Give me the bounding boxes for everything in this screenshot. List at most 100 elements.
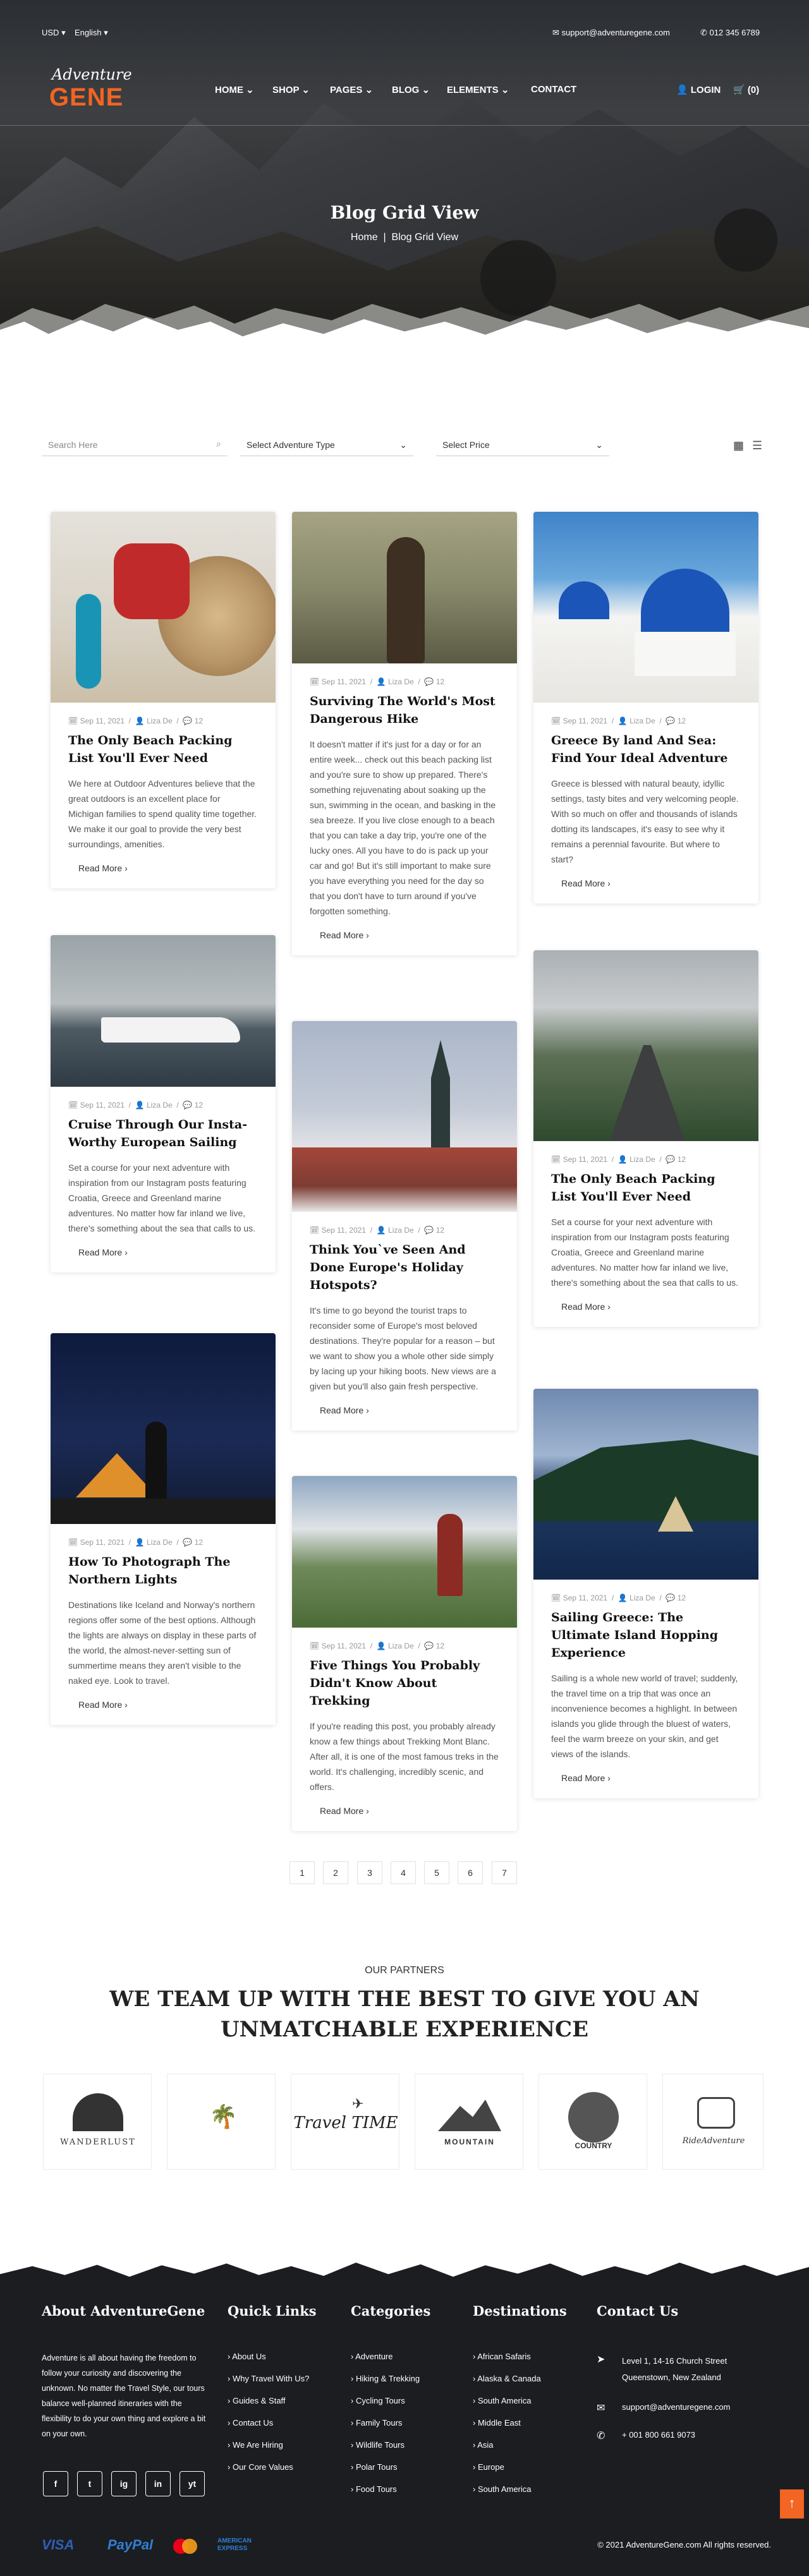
read-more-link[interactable]: Read More › [561, 1773, 611, 1783]
read-more-link[interactable]: Read More › [78, 1247, 128, 1257]
back-to-top-button[interactable]: ↑ [780, 2489, 804, 2519]
footer-link[interactable]: › Guides & Staff [228, 2396, 286, 2405]
breadcrumb-home[interactable]: Home [351, 232, 378, 243]
post-image[interactable] [533, 1389, 758, 1580]
linkedin-icon[interactable]: in [145, 2471, 171, 2496]
page-6[interactable]: 6 [458, 1861, 483, 1884]
footer-link[interactable]: › Wildlife Tours [351, 2440, 404, 2450]
calendar-icon: 🗓 [68, 1538, 78, 1547]
read-more-link[interactable]: Read More › [78, 1700, 128, 1710]
price-select[interactable]: Select Price ⌄ [436, 436, 609, 456]
post-image[interactable] [292, 512, 517, 663]
partner-logo[interactable]: 🌴 [167, 2074, 276, 2170]
footer-link[interactable]: › Asia [473, 2440, 494, 2450]
footer-phone[interactable]: + 001 800 661 9073 [622, 2430, 695, 2440]
post-excerpt: Greece is blessed with natural beauty, i… [551, 778, 739, 864]
read-more-link[interactable]: Read More › [320, 1806, 369, 1816]
currency-select[interactable]: USD ▾ [42, 28, 66, 38]
hero-banner [0, 0, 809, 366]
post-title[interactable]: Sailing Greece: The Ultimate Island Hopp… [533, 1602, 758, 1662]
post-image[interactable] [51, 512, 276, 703]
nav-blog[interactable]: BLOG ⌄ [392, 84, 430, 95]
phone-link[interactable]: ✆ 012 345 6789 [700, 28, 760, 38]
partner-logo[interactable]: RideAdventure [662, 2074, 763, 2170]
partner-logo[interactable]: ✈ Travel TIME [291, 2074, 399, 2170]
facebook-icon[interactable]: f [43, 2471, 68, 2496]
login-link[interactable]: 👤 LOGIN [676, 84, 721, 95]
footer-link[interactable]: › Our Core Values [228, 2462, 293, 2472]
read-more-link[interactable]: Read More › [320, 930, 369, 940]
post-image[interactable] [292, 1021, 517, 1212]
list-view-icon[interactable]: ☰ [752, 439, 762, 452]
email-link[interactable]: ✉ support@adventuregene.com [552, 28, 670, 38]
footer-link[interactable]: › Hiking & Trekking [351, 2374, 420, 2383]
post-title[interactable]: Surviving The World's Most Dangerous Hik… [292, 686, 517, 728]
top-bar: USD ▾ English ▾ ✉ support@adventuregene.… [0, 0, 809, 38]
instagram-icon[interactable]: ig [111, 2471, 137, 2496]
footer-link[interactable]: › Cycling Tours [351, 2396, 405, 2405]
page-3[interactable]: 3 [357, 1861, 382, 1884]
read-more-link[interactable]: Read More › [320, 1405, 369, 1415]
post-image[interactable] [51, 935, 276, 1087]
search-icon[interactable]: ⌕ [216, 438, 221, 449]
page-4[interactable]: 4 [391, 1861, 416, 1884]
nav-contact[interactable]: CONTACT [531, 84, 576, 95]
footer-link[interactable]: › Europe [473, 2462, 504, 2472]
partner-logo[interactable]: MOUNTAIN [415, 2074, 523, 2170]
post-image[interactable] [533, 512, 758, 703]
adventure-type-select[interactable]: Select Adventure Type ⌄ [240, 436, 413, 456]
partner-logo[interactable]: COUNTRY [538, 2074, 647, 2170]
search-field[interactable]: Search Here ⌕ [42, 436, 228, 456]
partner-logo-text: MOUNTAIN [444, 2138, 495, 2146]
footer-categories-title: Categories [351, 2303, 431, 2319]
cart-link[interactable]: 🛒 (0) [733, 84, 759, 95]
footer-quick-title: Quick Links [228, 2303, 317, 2319]
read-more-link[interactable]: Read More › [78, 863, 128, 873]
site-logo[interactable]: Adventure GENE [48, 66, 132, 116]
post-title[interactable]: The Only Beach Packing List You'll Ever … [533, 1164, 758, 1206]
nav-shop[interactable]: SHOP ⌄ [272, 84, 310, 95]
mountain-badge [438, 2100, 501, 2131]
footer-link[interactable]: › African Safaris [473, 2352, 531, 2361]
post-title[interactable]: The Only Beach Packing List You'll Ever … [51, 725, 276, 767]
twitter-icon[interactable]: t [77, 2471, 102, 2496]
post-title[interactable]: Greece By land And Sea: Find Your Ideal … [533, 725, 758, 767]
footer-link[interactable]: › About Us [228, 2352, 266, 2361]
footer-link[interactable]: › Middle East [473, 2418, 521, 2428]
post-image[interactable] [533, 950, 758, 1141]
footer-email[interactable]: support@adventuregene.com [622, 2402, 730, 2412]
post-title[interactable]: Five Things You Probably Didn't Know Abo… [292, 1650, 517, 1710]
post-title[interactable]: Think You`ve Seen And Done Europe's Holi… [292, 1235, 517, 1294]
footer-link[interactable]: › South America [473, 2396, 532, 2405]
footer-link[interactable]: › Family Tours [351, 2418, 402, 2428]
post-title[interactable]: How To Photograph The Northern Lights [51, 1547, 276, 1588]
footer-link[interactable]: › South America [473, 2484, 532, 2494]
footer-destinations-title: Destinations [473, 2303, 567, 2319]
post-title[interactable]: Cruise Through Our Insta-Worthy European… [51, 1110, 276, 1151]
grid-view-icon[interactable]: ▦ [733, 439, 744, 452]
post-image[interactable] [292, 1476, 517, 1628]
footer-link[interactable]: › Contact Us [228, 2418, 273, 2428]
adventure-type-value: Select Adventure Type [246, 440, 335, 450]
footer-link[interactable]: › Polar Tours [351, 2462, 397, 2472]
partner-logo[interactable]: WANDERLUST [43, 2074, 152, 2170]
nav-elements[interactable]: ELEMENTS ⌄ [447, 84, 509, 95]
page-2[interactable]: 2 [323, 1861, 348, 1884]
read-more-link[interactable]: Read More › [561, 1302, 611, 1312]
nav-pages[interactable]: PAGES ⌄ [330, 84, 373, 95]
footer-link[interactable]: › Food Tours [351, 2484, 397, 2494]
post-meta: 🗓 Sep 11, 2021 / 👤 Liza De / 💬 12 [310, 677, 445, 686]
footer-link[interactable]: › We Are Hiring [228, 2440, 283, 2450]
read-more-link[interactable]: Read More › [561, 878, 611, 888]
footer-link[interactable]: › Alaska & Canada [473, 2374, 541, 2383]
nav-home[interactable]: HOME ⌄ [215, 84, 254, 95]
footer-link[interactable]: › Why Travel With Us? [228, 2374, 309, 2383]
language-select[interactable]: English ▾ [75, 28, 108, 38]
page-7[interactable]: 7 [492, 1861, 517, 1884]
page-5[interactable]: 5 [424, 1861, 449, 1884]
footer-link[interactable]: › Adventure [351, 2352, 393, 2361]
road [609, 1045, 685, 1141]
post-image[interactable] [51, 1333, 276, 1524]
youtube-icon[interactable]: yt [179, 2471, 205, 2496]
page-1[interactable]: 1 [289, 1861, 315, 1884]
